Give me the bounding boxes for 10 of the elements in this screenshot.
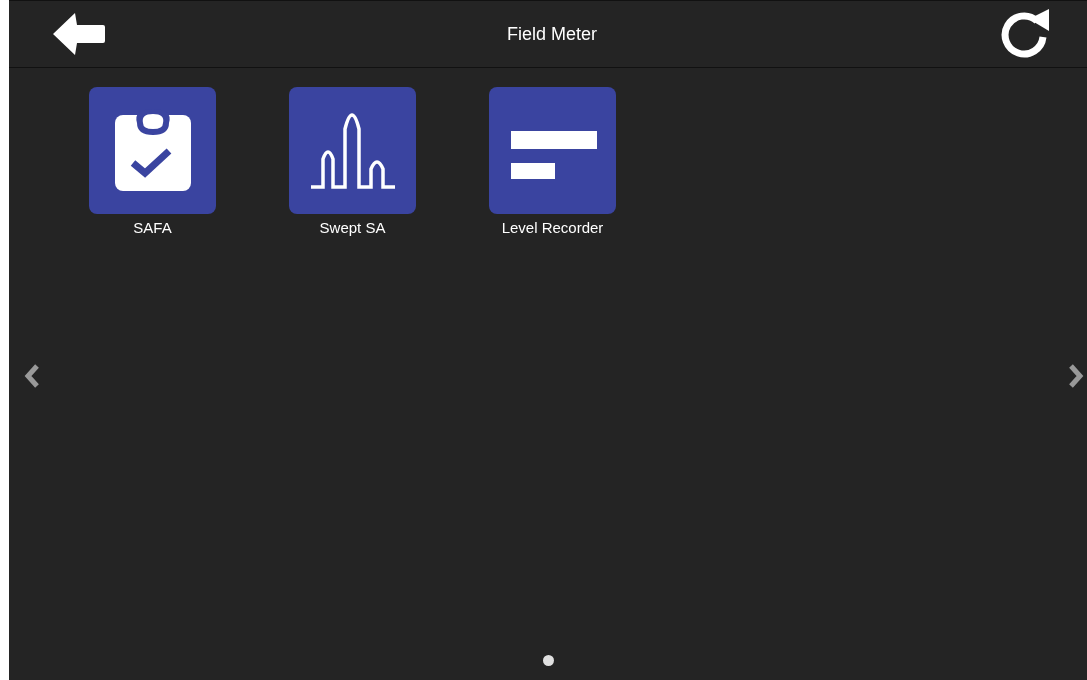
page-title: Field Meter xyxy=(507,22,597,46)
back-button[interactable] xyxy=(53,13,105,55)
chevron-right-icon xyxy=(1068,364,1084,388)
chevron-left-icon xyxy=(24,364,40,388)
refresh-icon xyxy=(999,9,1051,59)
previous-page-button[interactable] xyxy=(24,364,40,388)
next-page-button[interactable] xyxy=(1068,364,1084,388)
refresh-button[interactable] xyxy=(999,9,1051,59)
page-indicator-dot[interactable] xyxy=(542,655,554,666)
back-arrow-icon xyxy=(53,13,105,55)
